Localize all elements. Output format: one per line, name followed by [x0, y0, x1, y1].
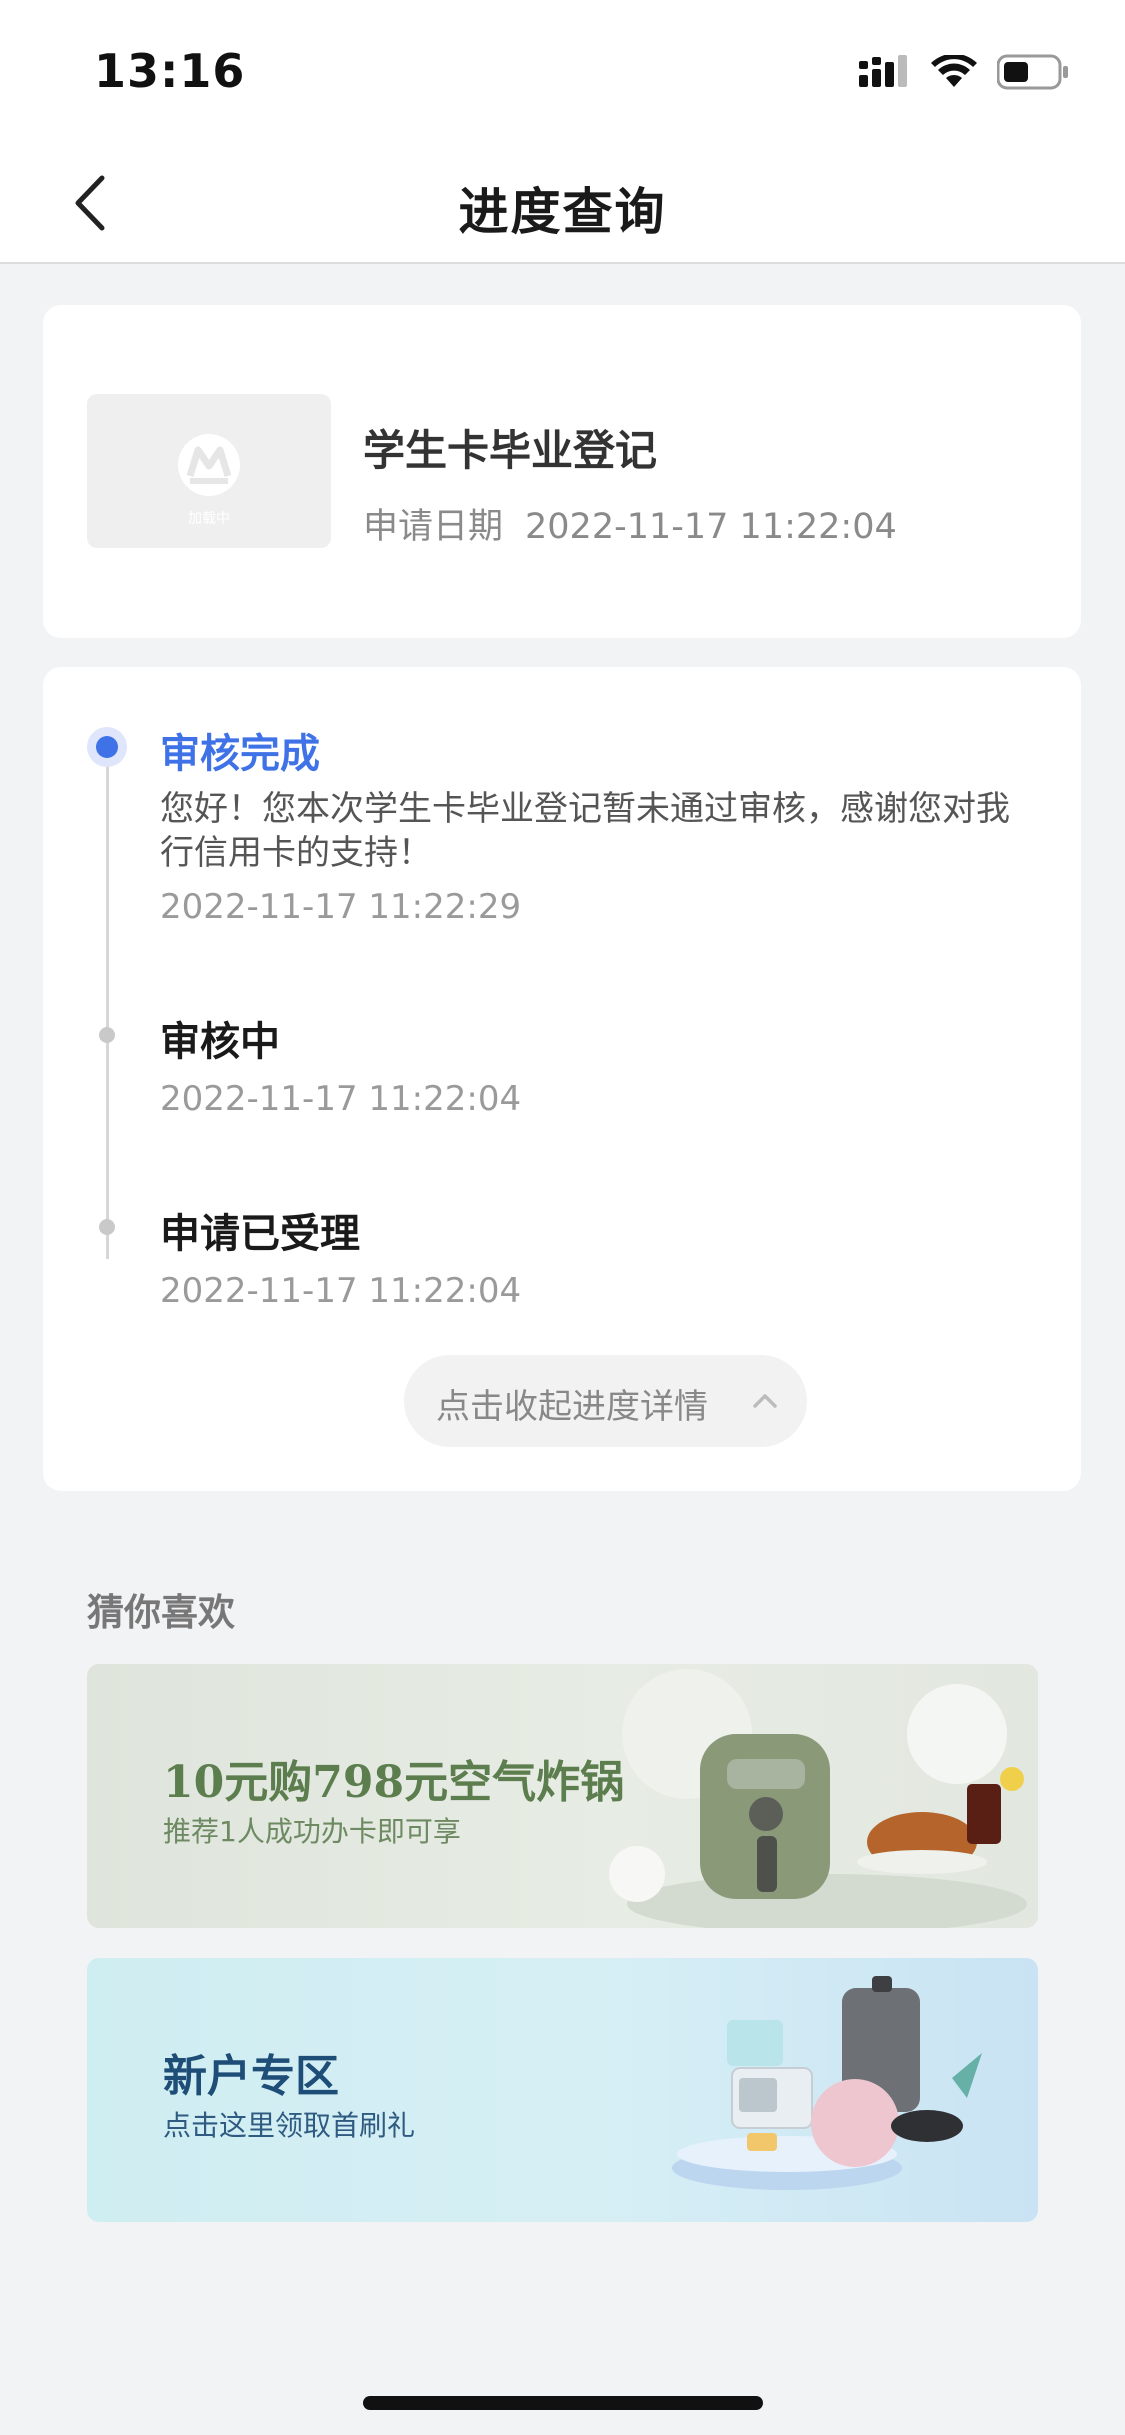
application-title: 学生卡毕业登记: [363, 426, 658, 475]
application-date-value: 2022-11-17 11:22:04: [525, 507, 897, 547]
page-title: 进度查询: [458, 183, 667, 241]
banner-title: 10元购798元空气炸锅: [163, 1757, 625, 1808]
timeline-dot-active: [87, 727, 127, 767]
application-date-label: 申请日期: [363, 507, 504, 547]
collapse-progress-button[interactable]: 点击收起进度详情: [404, 1355, 807, 1447]
step-time: 2022-11-17 11:22:29: [160, 887, 522, 927]
step-time: 2022-11-17 11:22:04: [160, 1271, 522, 1311]
status-bar: 13:16: [0, 0, 1125, 140]
signal-icon: [859, 55, 907, 87]
banner-subtitle: 点击这里领取首刷礼: [163, 2109, 416, 2142]
application-card: 加载中 学生卡毕业登记 申请日期 2022-11-17 11:22:04: [43, 305, 1081, 638]
application-date: 申请日期 2022-11-17 11:22:04: [363, 498, 897, 549]
battery-icon: [997, 54, 1068, 90]
bank-logo-icon: [178, 434, 240, 496]
air-fryer-banner[interactable]: 10元购798元空气炸锅 推荐1人成功办卡即可享: [87, 1664, 1038, 1928]
thumbnail-caption: 加载中: [188, 511, 230, 527]
recommend-title: 猜你喜欢: [87, 1591, 235, 1634]
timeline-dot: [99, 1027, 115, 1043]
wifi-icon: [931, 55, 977, 87]
progress-card: 审核完成 您好！您本次学生卡毕业登记暂未通过审核，感谢您对我行信用卡的支持！ 2…: [43, 667, 1081, 1491]
step-description: 您好！您本次学生卡毕业登记暂未通过审核，感谢您对我行信用卡的支持！: [160, 789, 1010, 873]
new-customer-banner[interactable]: 新户专区 点击这里领取首刷礼: [87, 1958, 1038, 2222]
step-title: 审核完成: [160, 731, 320, 777]
status-time: 13:16: [94, 44, 246, 98]
application-thumbnail: 加载中: [87, 394, 331, 548]
step-time: 2022-11-17 11:22:04: [160, 1079, 522, 1119]
step-title: 申请已受理: [160, 1211, 360, 1257]
step-title: 审核中: [160, 1019, 280, 1065]
timeline-line: [106, 739, 109, 1259]
timeline-dot: [99, 1219, 115, 1235]
status-icons: [859, 52, 1069, 92]
nav-bar: 进度查询: [0, 140, 1125, 264]
home-indicator: [363, 2396, 763, 2410]
banner-subtitle: 推荐1人成功办卡即可享: [163, 1815, 461, 1848]
collapse-progress-label: 点击收起进度详情: [436, 1387, 708, 1427]
chevron-up-icon: [753, 1394, 777, 1408]
banner-title: 新户专区: [163, 2051, 339, 2102]
